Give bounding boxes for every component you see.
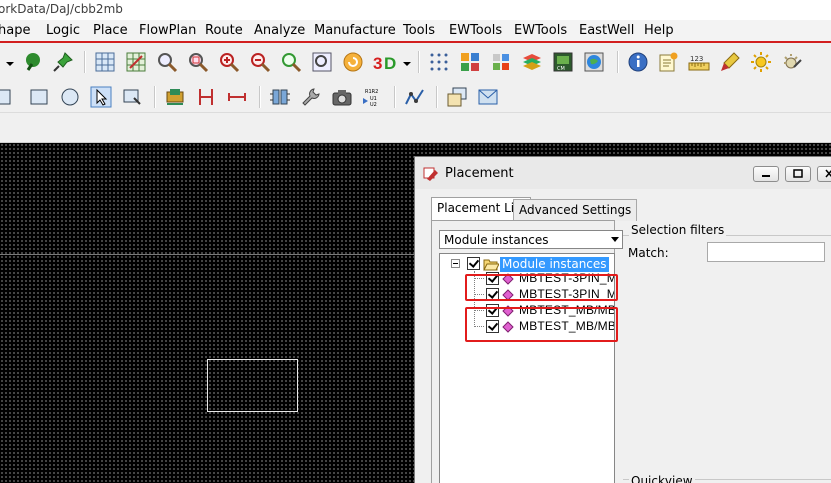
highlight-brush-icon[interactable] [719, 51, 741, 73]
status-strip [0, 113, 831, 143]
open-folder-icon [483, 259, 499, 271]
3d-dropdown-icon[interactable] [401, 52, 413, 74]
svg-text:CM: CM [557, 66, 565, 72]
layers-stack-icon[interactable] [521, 51, 543, 73]
add-shape-icon[interactable] [0, 86, 18, 108]
close-icon [825, 169, 831, 178]
info-icon[interactable] [627, 51, 649, 73]
match-label: Match: [628, 246, 669, 260]
dimension-horizontal-icon[interactable] [226, 86, 248, 108]
board-display-icon[interactable]: CM [552, 51, 574, 73]
sun-highlight-icon[interactable] [750, 51, 772, 73]
zoom-window-icon[interactable] [187, 51, 209, 73]
window-titlebar: orkData/DaJ/cbb2mb [0, 0, 831, 20]
menu-eastwell[interactable]: EastWell [579, 23, 634, 38]
toolbar-main: 3D CM 123 [0, 45, 831, 81]
dialog-title: Placement [445, 166, 514, 181]
svg-text:R1R2: R1R2 [365, 89, 378, 95]
dimension-vertical-icon[interactable] [195, 86, 217, 108]
circle-icon[interactable] [59, 86, 81, 108]
globe-icon[interactable] [583, 51, 605, 73]
reference-designator-icon[interactable]: R1R2U1U2 [361, 86, 385, 108]
copy-windows-icon[interactable] [446, 86, 468, 108]
match-input[interactable] [707, 242, 825, 262]
menu-analyze[interactable]: Analyze [254, 23, 305, 38]
rectangle-icon[interactable] [28, 86, 50, 108]
envelope-shape-icon[interactable] [477, 86, 499, 108]
menu-ewtools-2[interactable]: EWTools [514, 23, 567, 38]
maximize-button[interactable] [785, 166, 811, 182]
green-pin-icon[interactable] [22, 51, 44, 73]
svg-text:123: 123 [690, 55, 703, 63]
annotation-box-3pin [465, 274, 618, 301]
dialog-titlebar[interactable]: Placement [415, 157, 831, 189]
instance-type-dropdown[interactable]: Module instances [439, 230, 623, 249]
tab-advanced-settings[interactable]: Advanced Settings [513, 199, 638, 221]
maximize-icon [793, 169, 803, 178]
zoom-in-icon[interactable] [218, 51, 240, 73]
tree-root-checkbox[interactable] [467, 257, 480, 270]
menu-logic[interactable]: Logic [46, 23, 80, 38]
refresh-icon[interactable] [342, 51, 364, 73]
svg-text:D: D [384, 54, 396, 73]
close-button[interactable] [817, 166, 831, 182]
toolbar-draw: R1R2 U1 U2 [0, 81, 831, 113]
dropdown-arrow-icon[interactable] [4, 52, 16, 74]
swap-pins-icon[interactable] [269, 86, 291, 108]
zoom-redraw-icon[interactable] [311, 51, 333, 73]
window-title: orkData/DaJ/cbb2mb [0, 2, 123, 16]
3d-view-icon[interactable]: 3D [372, 51, 398, 73]
select-area-icon[interactable] [121, 86, 143, 108]
canvas-outline-rectangle[interactable] [207, 359, 298, 412]
menu-tools[interactable]: Tools [403, 23, 435, 38]
placement-app-icon [423, 167, 438, 181]
pushpin-icon[interactable] [52, 51, 74, 73]
measure-ruler-icon[interactable]: 123 [688, 51, 710, 73]
zoom-out-icon[interactable] [249, 51, 271, 73]
grid-icon[interactable] [94, 51, 116, 73]
camera-icon[interactable] [331, 86, 353, 108]
quickview-title: Quickview [629, 474, 695, 483]
menu-place[interactable]: Place [93, 23, 128, 38]
zoom-fit-icon[interactable] [156, 51, 178, 73]
zoom-previous-icon[interactable] [280, 51, 302, 73]
menu-bar: hape Logic Place FlowPlan Route Analyze … [0, 20, 831, 43]
select-pointer-icon[interactable] [90, 86, 112, 108]
tree-collapse-toggle[interactable] [451, 259, 460, 268]
selection-filters-title: Selection filters [629, 223, 727, 237]
layer-palette-icon[interactable] [459, 51, 481, 73]
menu-help[interactable]: Help [644, 23, 674, 38]
annotation-box-mb [465, 307, 618, 342]
menu-shape[interactable]: hape [0, 23, 30, 38]
canvas-guide-line [0, 254, 414, 255]
minimize-button[interactable] [753, 166, 779, 182]
property-edit-icon[interactable] [657, 51, 679, 73]
menu-route[interactable]: Route [205, 23, 243, 38]
menu-flowplan[interactable]: FlowPlan [139, 23, 196, 38]
dot-grid-icon[interactable] [428, 51, 450, 73]
minimize-icon [762, 175, 770, 177]
dropdown-value: Module instances [444, 233, 549, 247]
menu-manufacture[interactable]: Manufacture [314, 23, 396, 38]
chevron-down-icon [611, 237, 619, 242]
svg-text:U2: U2 [370, 102, 377, 108]
menu-ewtools-1[interactable]: EWTools [449, 23, 502, 38]
selection-filters-group [623, 235, 831, 469]
svg-text:3: 3 [373, 54, 382, 73]
placement-dialog: Placement Placement List Advanced Settin… [414, 156, 831, 483]
dehighlight-icon[interactable] [781, 51, 803, 73]
wrench-icon[interactable] [300, 86, 322, 108]
grid-snap-icon[interactable] [125, 51, 147, 73]
color-visibility-icon[interactable] [490, 51, 512, 73]
route-connect-icon[interactable] [404, 86, 426, 108]
place-component-icon[interactable] [164, 86, 186, 108]
